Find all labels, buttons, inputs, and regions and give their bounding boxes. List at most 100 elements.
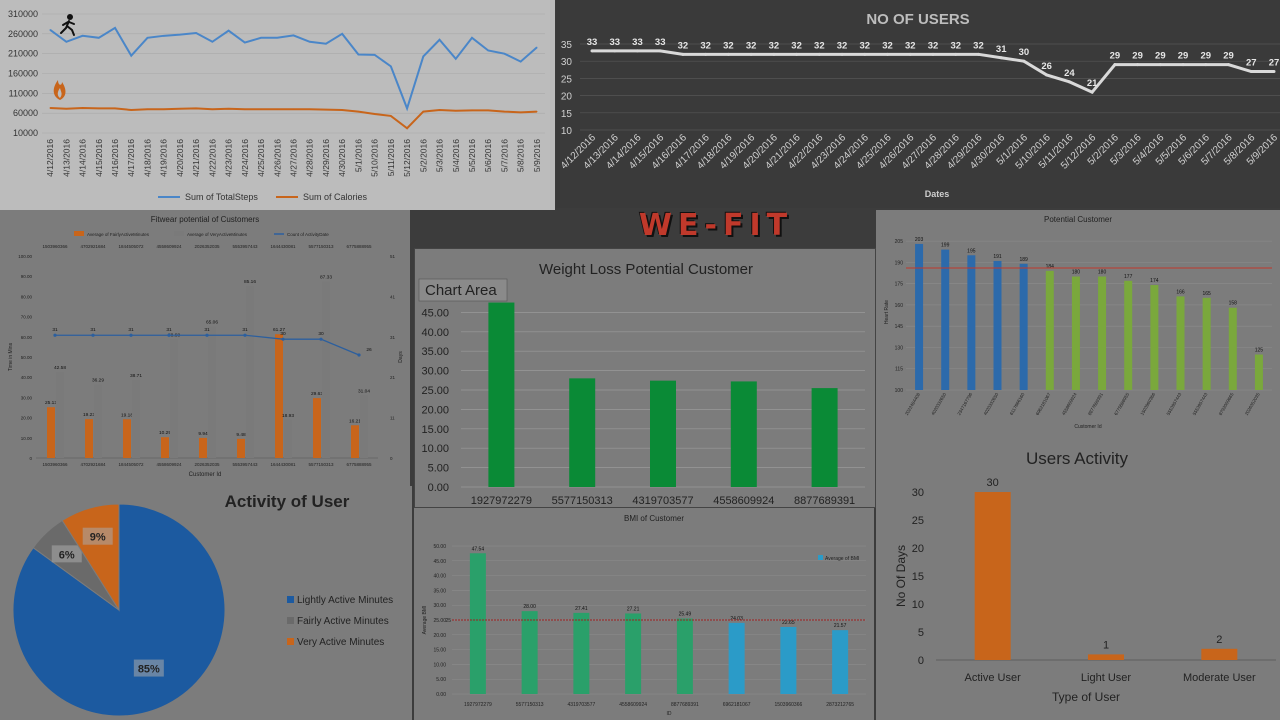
data-point <box>205 333 209 337</box>
y-tick-label: 25.00 <box>421 385 449 397</box>
x-tick-label: 8877689391 <box>671 702 699 708</box>
y-tick-label: 10.00 <box>433 662 446 668</box>
y2-tick-label: 11 <box>390 416 395 421</box>
x-tick-label: 6117666160 <box>1009 392 1026 416</box>
bar <box>275 334 283 458</box>
data-label: 31 <box>128 327 134 333</box>
data-label: 26 <box>366 347 372 353</box>
data-point <box>130 55 132 57</box>
top-id-label: 1844505072 <box>118 244 144 249</box>
x-tick-label: 8877689391 <box>794 495 855 507</box>
users-chart: NO OF USERS 10 15 20 25 30 35 33 33 33 33 32 32 32 32 3… <box>559 11 1280 199</box>
x-axis-title: Customer Id <box>189 472 222 478</box>
data-label: 42.58 <box>54 365 66 371</box>
bmi-panel: BMI of Customer 0.00 5.00 10.00 15.00 20.00 25… <box>414 508 874 720</box>
x-tick-label: 2026352035 <box>194 462 220 467</box>
y-axis-title: Average BMI <box>422 606 428 635</box>
bar <box>170 339 178 458</box>
bar <box>199 437 207 458</box>
y-tick-label: 115 <box>895 367 903 373</box>
data-point <box>455 58 457 60</box>
data-label: 18.93 <box>282 413 294 419</box>
data-point <box>1113 63 1117 67</box>
x-tick-label: 4/21/2016 <box>191 139 201 177</box>
bar <box>47 407 55 458</box>
data-point <box>1204 63 1208 67</box>
y-tick-label: 40.00 <box>21 375 33 380</box>
pie-label: 85% <box>138 664 160 676</box>
x-tick-label: 4/27/2016 <box>289 139 299 177</box>
x-tick-label: 5/12/2016 <box>402 139 412 177</box>
data-point <box>681 52 685 56</box>
data-point <box>863 52 867 56</box>
data-point <box>98 107 100 110</box>
data-point <box>276 108 278 110</box>
data-point <box>422 110 424 113</box>
x-tick-label: 5/11/2016 <box>386 139 396 176</box>
data-label: 31 <box>204 327 210 333</box>
x-tick-label: 4319703577 <box>632 495 693 507</box>
y-axis-title: No Of Days <box>894 545 908 607</box>
bar <box>351 425 359 458</box>
data-label: 32 <box>723 40 734 51</box>
x-tick-label: 1844505072 <box>118 462 144 467</box>
heartrate-chart: Potential Customer 100 115 130 145 160 175 190 2… <box>884 215 1272 430</box>
data-point <box>195 32 197 34</box>
data-point <box>243 333 247 337</box>
users-panel: NO OF USERS 10 15 20 25 30 35 33 33 33 33 32 32 32 32 3… <box>556 0 1280 208</box>
x-tick-label: 4/13/2016 <box>61 139 71 177</box>
data-label: 19.23 <box>83 412 95 418</box>
data-label: 33 <box>609 37 620 48</box>
data-point <box>179 108 181 110</box>
bar <box>1201 648 1238 660</box>
bar <box>625 613 642 694</box>
data-point <box>114 107 116 110</box>
data-label: 36.29 <box>92 378 104 384</box>
data-label: 30 <box>318 331 324 337</box>
y-tick-label: 5.00 <box>428 463 449 475</box>
data-point <box>167 333 171 337</box>
data-label: 10.29 <box>159 430 171 436</box>
data-point <box>1045 73 1049 77</box>
data-label: 30 <box>987 477 999 489</box>
data-label: 203 <box>915 237 924 243</box>
data-point <box>438 39 441 41</box>
y-tick-label: 70.00 <box>21 315 33 320</box>
bar <box>208 326 216 458</box>
data-label: 29 <box>1178 51 1189 62</box>
x-tick-label: 1927972279 <box>464 702 492 708</box>
y-tick-label: 5 <box>918 627 924 639</box>
data-point <box>1158 63 1162 67</box>
bar <box>811 388 838 487</box>
data-point <box>325 108 327 111</box>
weightloss-chart: Weight Loss Potential Customer 0.00 5.00 10… <box>418 261 865 507</box>
series-line <box>55 334 360 356</box>
bar <box>676 618 693 694</box>
x-tick-label: 5/5/2016 <box>467 139 477 172</box>
legend-swatch <box>287 638 294 645</box>
data-point <box>281 337 285 341</box>
data-point <box>1272 70 1276 74</box>
x-axis-title: Type of User <box>1052 690 1120 704</box>
y2-tick-label: 0 <box>390 456 393 461</box>
data-label: 85.16 <box>244 279 256 285</box>
data-point <box>954 52 958 56</box>
data-point <box>163 35 165 37</box>
data-label: 27 <box>1246 58 1257 69</box>
legend-label: Count of ActivityDate <box>287 232 329 237</box>
data-point <box>422 55 424 58</box>
data-label: 191 <box>993 254 1002 260</box>
legend-label: Average of BMI <box>825 556 859 562</box>
x-tick-label: 4/28/2016 <box>305 139 315 177</box>
x-tick-label: 4/23/2016 <box>224 139 234 177</box>
data-point <box>146 108 149 110</box>
bar <box>1071 276 1080 390</box>
y-tick-label: 160000 <box>8 69 38 79</box>
x-tick-label: 4/25/2016 <box>256 139 266 177</box>
data-label: 32 <box>746 40 757 51</box>
y-tick-label: 15 <box>561 109 573 120</box>
data-point <box>98 37 100 39</box>
y-axis-title: Heart Rate <box>884 300 890 324</box>
y-tick-label: 50.00 <box>433 544 446 550</box>
bar <box>521 611 538 694</box>
